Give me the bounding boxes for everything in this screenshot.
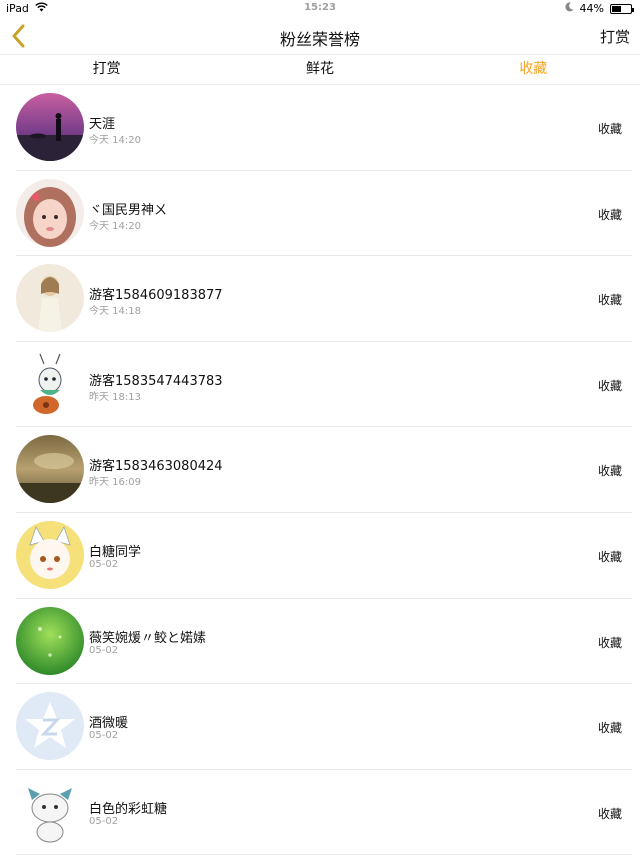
list-item[interactable]: 白色的彩虹糖 05-02 收藏 [16,770,632,855]
avatar [16,777,84,846]
action-label: 收藏 [597,207,622,222]
fan-list: 天涯 今天 14:20 收藏 ヾ国民男神ㄨ 今天 14:20 收藏 游客1584… [0,85,640,855]
timestamp: 今天 14:20 [89,135,141,146]
list-item[interactable]: 酒微暖 05-02 收藏 [16,684,632,770]
timestamp: 今天 14:20 [89,220,141,232]
avatar [16,178,84,247]
list-item[interactable]: 白糖同学 05-02 收藏 [16,513,632,599]
timestamp: 05-02 [89,558,119,570]
action-label: 收藏 [597,464,622,479]
avatar [16,692,84,761]
tip-button[interactable]: 打赏 [600,26,630,47]
avatar [16,606,84,675]
tab-favorites[interactable]: 收藏 [427,55,640,84]
action-label: 收藏 [597,635,622,650]
user-name: 酒微暖 [89,716,129,732]
battery-percent: 44% [579,2,604,15]
page-title: 粉丝荣誉榜 [279,30,360,49]
action-label: 收藏 [597,378,622,393]
list-item[interactable]: 游客1583547443783 昨天 18:13 收藏 [16,342,632,428]
status-bar: iPad 15:23 44% [0,0,640,18]
status-right: 44% [564,2,634,15]
action-label: 收藏 [597,549,622,564]
action-label: 收藏 [597,721,622,736]
nav-bar: 粉丝荣誉榜 打赏 [0,18,640,54]
action-label: 收藏 [597,122,622,136]
avatar [16,264,84,333]
user-name: 游客1583463080424 [89,459,223,475]
user-name: 薇笑婉煖〃鲛と婼嫊 [89,630,207,646]
avatar [16,520,84,589]
tab-tip[interactable]: 打赏 [0,55,213,84]
user-name: ヾ国民男神ㄨ [89,202,168,218]
moon-icon [564,2,574,15]
avatar [16,349,84,418]
timestamp: 昨天 18:13 [89,391,141,403]
list-item[interactable]: 薇笑婉煖〃鲛と婼嫊 05-02 收藏 [16,599,632,685]
timestamp: 今天 14:18 [89,306,141,318]
user-name: 游客1584609183877 [89,288,223,304]
tab-bar: 打赏 鲜花 收藏 [0,54,640,85]
timestamp: 05-02 [89,644,119,656]
action-label: 收藏 [597,806,622,821]
user-name: 天涯 [89,117,116,132]
battery-fill [612,5,621,12]
status-time: 15:23 [304,2,336,13]
battery-icon [610,3,634,14]
timestamp: 昨天 16:09 [89,477,141,489]
list-item[interactable]: 天涯 今天 14:20 收藏 [16,85,632,171]
user-name: 游客1583547443783 [89,373,223,389]
list-item[interactable]: 游客1584609183877 今天 14:18 收藏 [16,256,632,342]
avatar [16,435,84,504]
timestamp: 05-02 [89,815,119,827]
tab-flowers[interactable]: 鲜花 [213,55,426,84]
timestamp: 05-02 [89,730,119,742]
list-item[interactable]: ヾ国民男神ㄨ 今天 14:20 收藏 [16,171,632,257]
action-label: 收藏 [597,293,622,308]
user-name: 白糖同学 [89,544,142,560]
list-item[interactable]: 游客1583463080424 昨天 16:09 收藏 [16,427,632,513]
avatar [16,93,84,161]
user-name: 白色的彩虹糖 [89,801,168,817]
